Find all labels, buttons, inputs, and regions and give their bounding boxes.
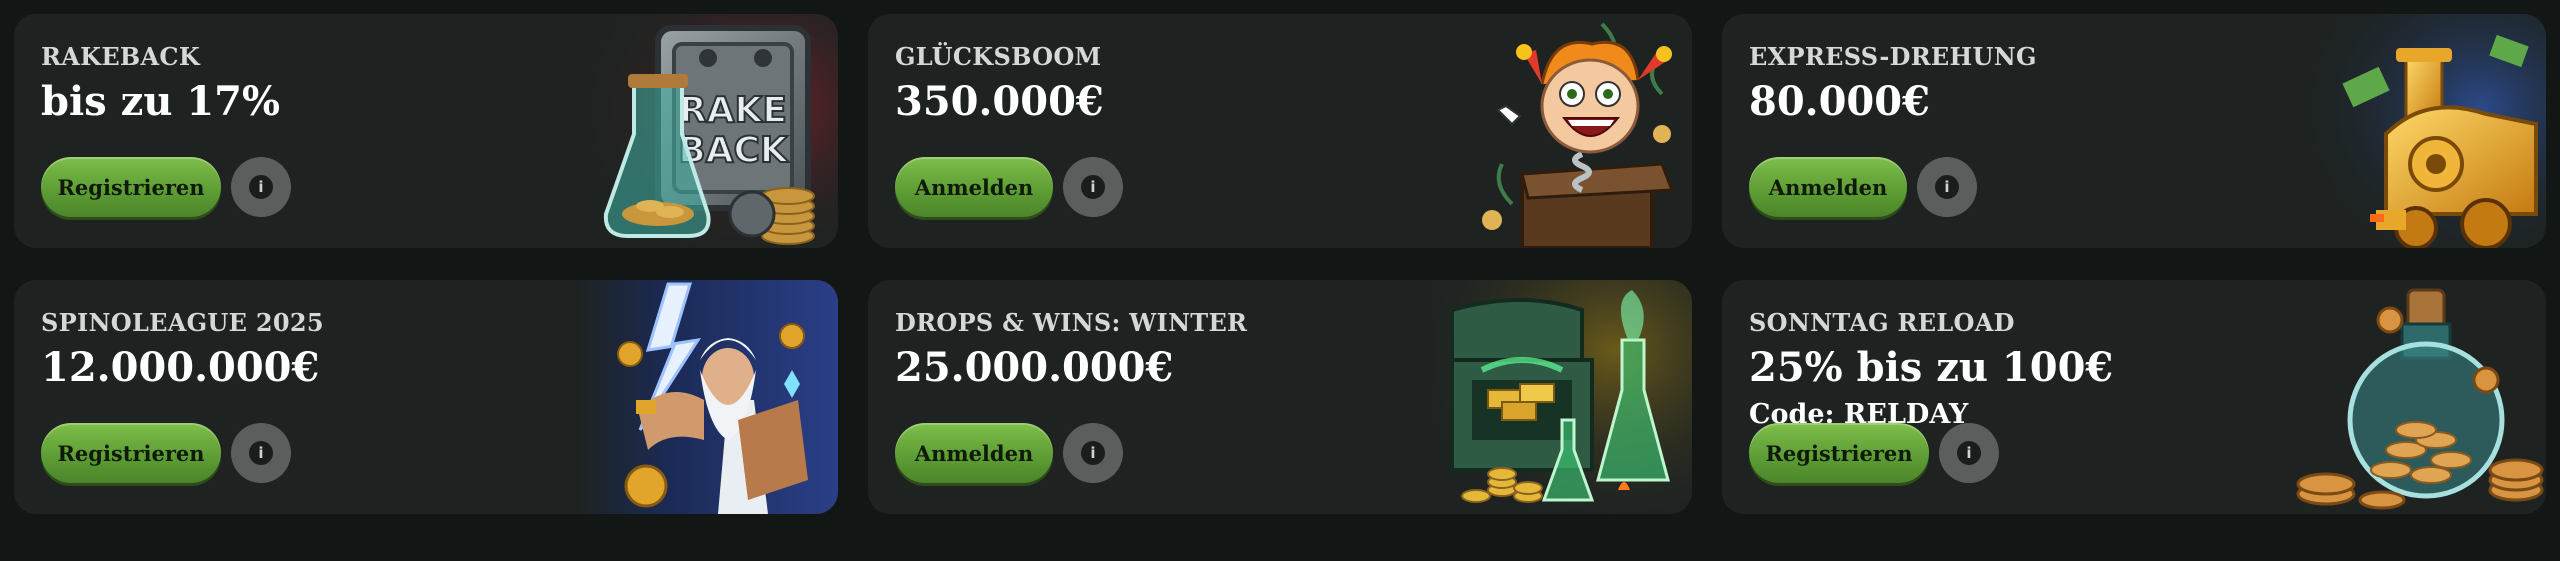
- promo-eyebrow: DROPS & WINS: WINTER: [895, 308, 1248, 337]
- promo-card-express-drehung[interactable]: EXPRESS-DREHUNG 80.000€ Anmelden i: [1722, 14, 2546, 248]
- info-button[interactable]: i: [1917, 157, 1977, 217]
- svg-text:BACK: BACK: [678, 130, 789, 171]
- login-button[interactable]: Anmelden: [895, 157, 1053, 217]
- promo-actions: Registrieren i: [41, 157, 291, 217]
- promo-eyebrow: SPINOLEAGUE 2025: [41, 308, 324, 337]
- promo-eyebrow: EXPRESS-DREHUNG: [1749, 42, 2037, 71]
- info-icon: i: [249, 441, 273, 465]
- locomotive-illustration: [2286, 14, 2546, 248]
- info-icon: i: [1081, 441, 1105, 465]
- svg-text:RAKE: RAKE: [679, 90, 787, 131]
- promotions-grid: RAKEBACK bis zu 17% Registrieren i RAKE …: [14, 14, 2546, 547]
- promo-text: SPINOLEAGUE 2025 12.000.000€: [41, 308, 324, 394]
- info-button[interactable]: i: [1063, 423, 1123, 483]
- promo-text: GLÜCKSBOOM 350.000€: [895, 42, 1104, 128]
- promo-eyebrow: SONNTAG RELOAD: [1749, 308, 2015, 337]
- promo-eyebrow: GLÜCKSBOOM: [895, 42, 1102, 71]
- promo-actions: Anmelden i: [1749, 157, 1977, 217]
- register-button[interactable]: Registrieren: [41, 423, 221, 483]
- promo-text: RAKEBACK bis zu 17%: [41, 42, 280, 128]
- promo-headline: 12.000.000€: [41, 344, 320, 391]
- promo-actions: Registrieren i: [1749, 423, 1999, 483]
- coin-potion-illustration: [2286, 280, 2546, 514]
- treasure-chest-illustration: [1432, 280, 1692, 514]
- promo-card-spinoleague[interactable]: SPINOLEAGUE 2025 12.000.000€ Registriere…: [14, 280, 838, 514]
- promo-headline: 350.000€: [895, 78, 1104, 125]
- register-button[interactable]: Registrieren: [41, 157, 221, 217]
- login-button[interactable]: Anmelden: [1749, 157, 1907, 217]
- info-icon: i: [1935, 175, 1959, 199]
- info-icon: i: [1957, 441, 1981, 465]
- register-button[interactable]: Registrieren: [1749, 423, 1929, 483]
- promo-headline: 25% bis zu 100€: [1749, 344, 2114, 391]
- info-icon: i: [249, 175, 273, 199]
- promo-headline: bis zu 17%: [41, 78, 281, 125]
- promo-actions: Anmelden i: [895, 423, 1123, 483]
- login-button[interactable]: Anmelden: [895, 423, 1053, 483]
- promo-actions: Anmelden i: [895, 157, 1123, 217]
- promo-card-gluecksboom[interactable]: GLÜCKSBOOM 350.000€ Anmelden i: [868, 14, 1692, 248]
- info-button[interactable]: i: [231, 157, 291, 217]
- promo-eyebrow: RAKEBACK: [41, 42, 200, 71]
- promo-text: DROPS & WINS: WINTER 25.000.000€: [895, 308, 1247, 394]
- rakeback-safe-illustration: RAKE BACK: [578, 14, 838, 248]
- zeus-illustration: [578, 280, 838, 514]
- info-icon: i: [1081, 175, 1105, 199]
- promo-card-sonntag-reload[interactable]: SONNTAG RELOAD 25% bis zu 100€ Code: REL…: [1722, 280, 2546, 514]
- promo-card-rakeback[interactable]: RAKEBACK bis zu 17% Registrieren i RAKE …: [14, 14, 838, 248]
- promo-headline: 80.000€: [1749, 78, 1930, 125]
- info-button[interactable]: i: [1063, 157, 1123, 217]
- info-button[interactable]: i: [1939, 423, 1999, 483]
- promo-text: SONNTAG RELOAD 25% bis zu 100€ Code: REL…: [1749, 308, 2113, 432]
- promo-actions: Registrieren i: [41, 423, 291, 483]
- promo-text: EXPRESS-DREHUNG 80.000€: [1749, 42, 2037, 128]
- info-button[interactable]: i: [231, 423, 291, 483]
- promo-card-drops-wins[interactable]: DROPS & WINS: WINTER 25.000.000€ Anmelde…: [868, 280, 1692, 514]
- promo-headline: 25.000.000€: [895, 344, 1174, 391]
- jester-illustration: [1432, 14, 1692, 248]
